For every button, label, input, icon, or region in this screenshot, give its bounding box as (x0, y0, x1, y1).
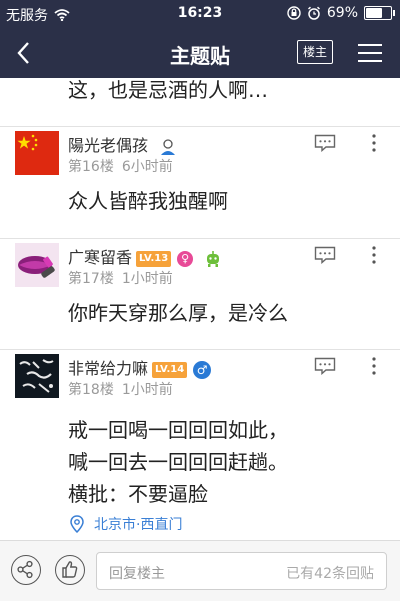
post-divider (0, 349, 400, 350)
status-right: 69% (287, 5, 395, 21)
post-divider (0, 126, 400, 127)
female-icon: ♀ (177, 250, 194, 267)
post-meta: 第18楼 1小时前 (68, 379, 173, 399)
floor-number: 第18楼 (68, 382, 114, 398)
post-text-line: 戒一回喝一回回回如此， (68, 418, 288, 442)
page-title: 主题贴 (170, 44, 230, 68)
username-text: 非常给力嘛 (68, 359, 149, 378)
robot-badge-icon (207, 250, 220, 267)
status-bar: 无服务 16:23 69% (0, 0, 400, 28)
post-floor-16: 陽光老偶孩 第16楼 6小时前 众人皆醉我独醒啊 (0, 126, 400, 248)
username-text: 广寒留香 (68, 248, 133, 267)
more-options-icon[interactable] (368, 356, 380, 376)
battery-percent: 69% (326, 5, 358, 21)
alarm-icon (307, 6, 320, 20)
floor-number: 第16楼 (68, 159, 114, 175)
nav-bar: 主题贴 楼主 (0, 28, 400, 78)
post-text-line: 横批：不要逼脸 (68, 482, 208, 506)
post-text-line: 众人皆醉我独醒啊 (68, 189, 228, 213)
dark-text-avatar[interactable] (15, 354, 59, 398)
post-time: 6小时前 (121, 159, 173, 175)
post-floor-17: 广寒留香 LV.13 ♀ 第17楼 1小时前 你昨天穿那么厚，是冷么 (0, 238, 400, 356)
battery-fill (366, 8, 382, 18)
user-badge-icon (161, 138, 176, 155)
post-body: 戒一回喝一回回回如此， 喊一回去一回回回赶趟。 横批：不要逼脸 (68, 414, 288, 510)
share-icon (17, 560, 33, 579)
post-text-line: 你昨天穿那么厚，是冷么 (68, 301, 288, 325)
comment-icon[interactable] (314, 134, 336, 152)
china-flag-avatar[interactable] (15, 131, 59, 175)
username-text: 陽光老偶孩 (68, 136, 149, 155)
reply-input[interactable]: 回复楼主 已有42条回贴 (96, 552, 387, 590)
floor-number: 第17楼 (68, 271, 114, 287)
post-meta: 第16楼 6小时前 (68, 156, 173, 176)
reply-count: 已有42条回贴 (286, 566, 374, 582)
post-body: 你昨天穿那么厚，是冷么 (68, 298, 288, 328)
share-button[interactable] (11, 555, 41, 585)
reply-placeholder: 回复楼主 (109, 566, 165, 582)
louzhu-only-button[interactable]: 楼主 (297, 40, 333, 64)
post-text-line: 喊一回去一回回回赶趟。 (68, 450, 288, 474)
comment-icon[interactable] (314, 246, 336, 264)
lips-avatar[interactable] (15, 243, 59, 287)
previous-post-tail: 这，也是忌酒的人啊… (68, 78, 268, 102)
post-meta: 第17楼 1小时前 (68, 268, 173, 288)
post-divider (0, 238, 400, 239)
post-time: 1小时前 (121, 382, 173, 398)
post-username[interactable]: 非常给力嘛 LV.14 ♂ (68, 355, 212, 379)
like-button[interactable] (55, 555, 85, 585)
post-username[interactable]: 陽光老偶孩 (68, 132, 177, 156)
more-options-icon[interactable] (368, 133, 380, 153)
thread-content[interactable]: 这，也是忌酒的人啊… 陽光老偶孩 第16楼 6小时前 众人皆醉我独醒啊 广寒留香… (0, 78, 400, 540)
more-options-icon[interactable] (368, 245, 380, 265)
battery-icon (364, 6, 395, 20)
post-location[interactable]: 北京市·西直门 (70, 514, 182, 534)
male-icon: ♂ (193, 360, 212, 379)
comment-icon[interactable] (314, 357, 336, 375)
like-icon (62, 561, 78, 578)
menu-icon[interactable] (358, 42, 382, 64)
location-pin-icon (70, 515, 84, 533)
post-username[interactable]: 广寒留香 LV.13 ♀ (68, 244, 222, 268)
orientation-lock-icon (287, 6, 301, 20)
bottom-bar: 回复楼主 已有42条回贴 (0, 540, 400, 601)
post-floor-18: 非常给力嘛 LV.14 ♂ 第18楼 1小时前 戒一回喝一回回回如此， 喊一回去一回回… (0, 349, 400, 540)
level-badge: LV.14 (152, 361, 188, 378)
level-badge: LV.13 (136, 250, 172, 267)
location-text: 北京市·西直门 (94, 517, 183, 533)
post-body: 众人皆醉我独醒啊 (68, 186, 228, 216)
post-time: 1小时前 (121, 271, 173, 287)
